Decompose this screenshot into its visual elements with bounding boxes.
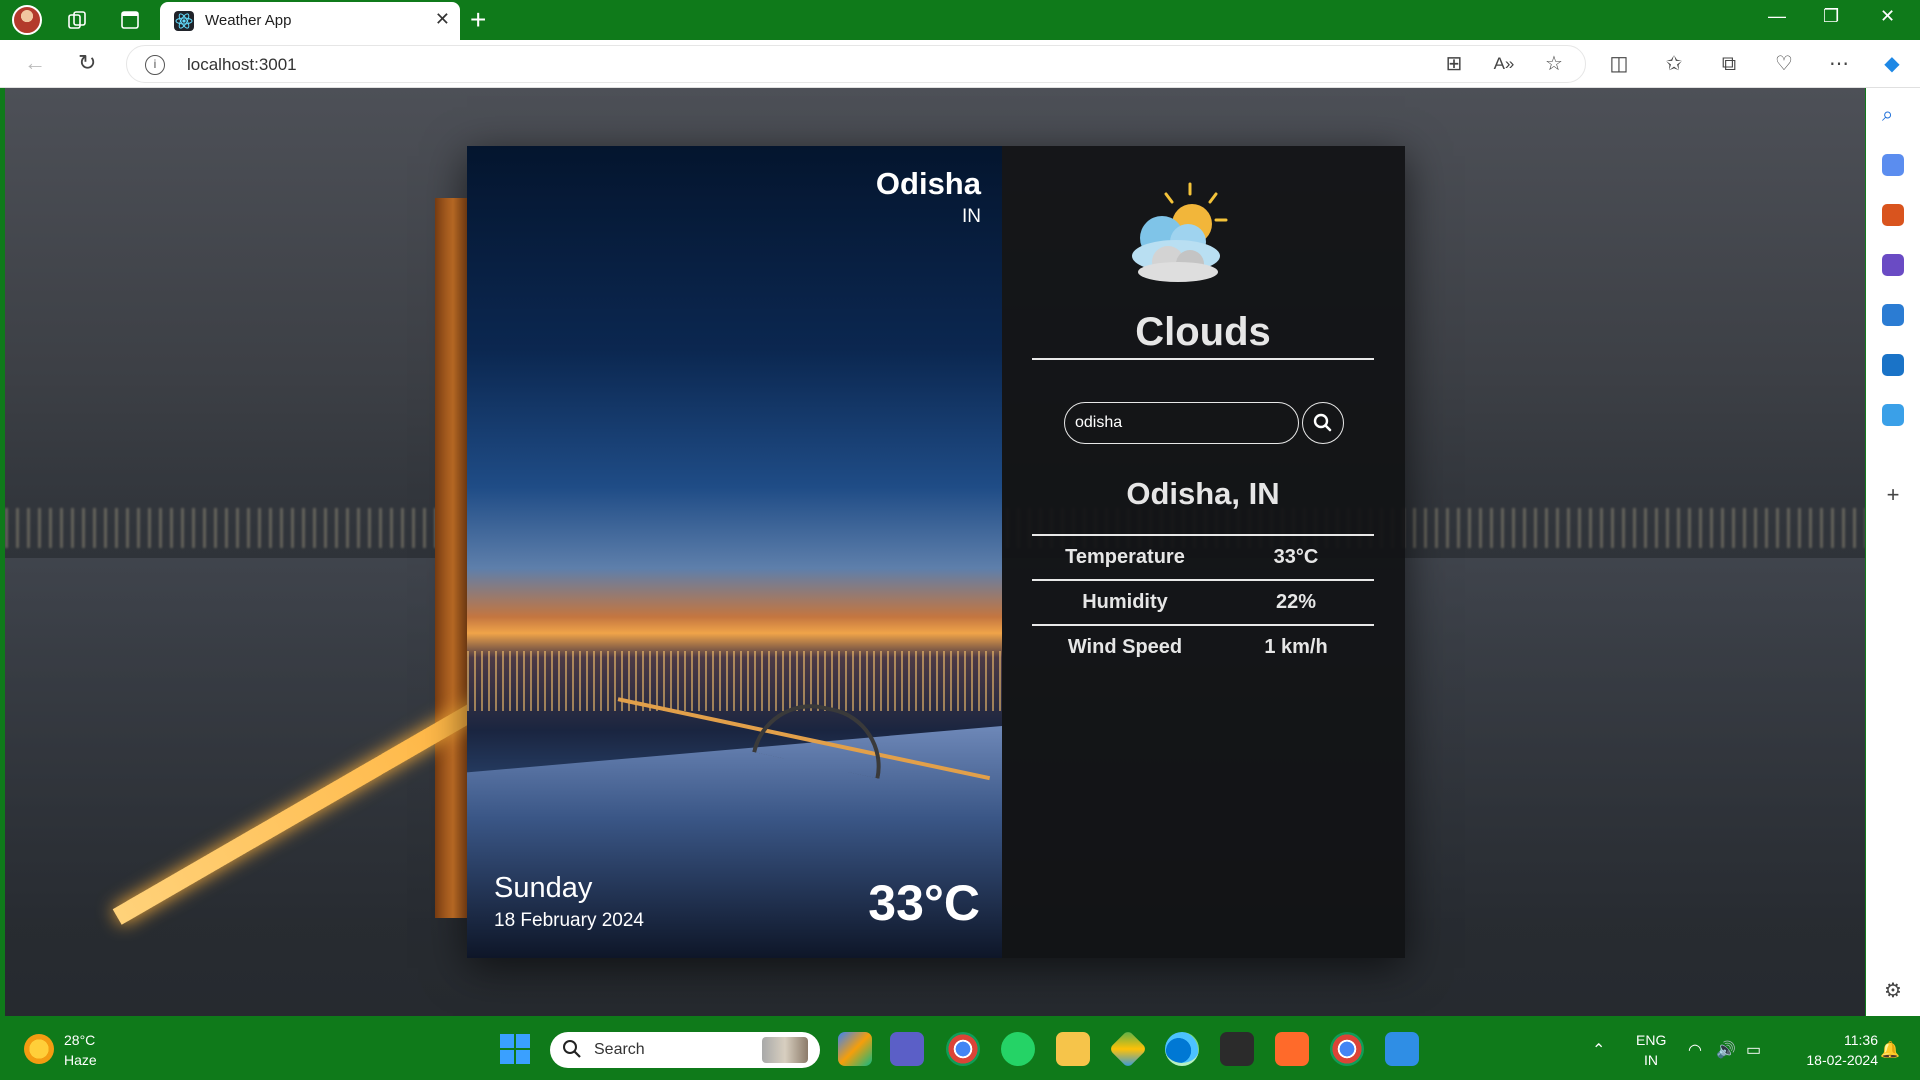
temperature-large: 33°C [868, 875, 980, 931]
search-icon [563, 1040, 581, 1058]
restore-button[interactable]: ❐ [1823, 6, 1839, 27]
partly-cloudy-icon [1132, 182, 1228, 282]
microsoft-365-icon[interactable] [1882, 304, 1904, 326]
favorite-star-icon[interactable]: ☆ [1542, 52, 1566, 76]
page-viewport: Odisha IN Sunday 18 February 2024 33°C C… [5, 88, 1865, 1016]
search-icon [1313, 413, 1332, 432]
file-explorer-icon[interactable] [1056, 1032, 1090, 1066]
city-search-input[interactable] [1064, 402, 1299, 444]
notifications-bell-icon[interactable]: 🔔 [1880, 1040, 1900, 1060]
chrome-icon[interactable] [946, 1032, 980, 1066]
detail-row-wind-speed: Wind Speed 1 km/h [1032, 626, 1374, 670]
teams-meet-icon[interactable] [890, 1032, 924, 1066]
favorites-icon[interactable]: ✩ [1662, 52, 1686, 76]
taskbar-search[interactable]: Search [550, 1032, 820, 1068]
clock-time[interactable]: 11:36 [1828, 1032, 1878, 1048]
weather-card: Odisha IN Sunday 18 February 2024 33°C C… [467, 146, 1405, 958]
taskbar-condition[interactable]: Haze [64, 1052, 97, 1068]
region-label[interactable]: IN [1644, 1052, 1658, 1068]
site-info-icon[interactable]: i [145, 55, 165, 75]
refresh-icon[interactable]: ↻ [78, 50, 96, 76]
workspaces-icon[interactable] [66, 9, 88, 31]
close-window-button[interactable]: ✕ [1880, 6, 1895, 27]
address-bar: ← ↻ i localhost:3001 ⊞ A» ☆ ◫ ✩ ⧉ ♡ ⋯ ◆ [0, 40, 1920, 88]
day-name: Sunday [494, 872, 593, 904]
browser-tab-bar: Weather App ✕ + — ❐ ✕ [0, 0, 1920, 40]
windows-logo-quad [500, 1034, 514, 1048]
taskbar: 28°C Haze Search ⌃ ENG IN ◠ 🔊 ▭ 11:36 18… [0, 1018, 1920, 1080]
windows-logo-quad [500, 1050, 514, 1064]
split-screen-icon[interactable]: ◫ [1607, 52, 1631, 76]
detail-value: 33°C [1273, 546, 1319, 568]
back-icon[interactable]: ← [24, 50, 46, 76]
wifi-icon[interactable]: ◠ [1688, 1040, 1702, 1060]
detail-value: 22% [1275, 591, 1317, 613]
location-title: Odisha, IN [1126, 476, 1280, 511]
url-box[interactable]: i localhost:3001 [126, 45, 1586, 83]
edge-sidebar: ⌕ + ⚙ [1866, 88, 1920, 1016]
tools-icon[interactable] [1882, 204, 1904, 226]
edge-icon[interactable] [1165, 1032, 1199, 1066]
detail-value: 1 km/h [1264, 636, 1328, 658]
weather-haze-icon[interactable] [24, 1034, 54, 1064]
app-icon-pre[interactable] [838, 1032, 872, 1066]
chrome-icon[interactable] [1330, 1032, 1364, 1066]
app-icon-diamond[interactable] [1108, 1029, 1148, 1069]
volume-icon[interactable]: 🔊 [1716, 1040, 1736, 1060]
weather-info-panel: Clouds Odisha, IN Temperature 33°C Humid… [1002, 146, 1405, 958]
profile-avatar[interactable] [12, 5, 42, 35]
city-name: Odisha [875, 166, 981, 201]
collections-icon[interactable]: ⧉ [1717, 52, 1741, 76]
detail-row-humidity: Humidity 22% [1032, 581, 1374, 625]
vertical-tabs-icon[interactable] [119, 9, 141, 31]
games-icon[interactable] [1882, 254, 1904, 276]
detail-label: Wind Speed [1067, 636, 1183, 658]
city-lights [467, 651, 1002, 711]
detail-label: Temperature [1065, 546, 1185, 568]
windows-logo-quad [516, 1050, 530, 1064]
detail-label: Humidity [1082, 591, 1168, 613]
read-aloud-icon[interactable]: A» [1492, 52, 1516, 76]
start-button[interactable] [500, 1034, 530, 1064]
background-bridge-tower [435, 198, 471, 918]
url-text[interactable]: localhost:3001 [187, 55, 297, 75]
full-date: 18 February 2024 [494, 910, 644, 931]
browser-essentials-icon[interactable]: ♡ [1772, 52, 1796, 76]
battery-icon[interactable]: ▭ [1746, 1040, 1761, 1060]
show-hidden-icons-chevron-icon[interactable]: ⌃ [1592, 1040, 1605, 1060]
taskbar-search-label: Search [594, 1041, 645, 1058]
divider [1032, 358, 1374, 360]
taskbar-temperature[interactable]: 28°C [64, 1032, 95, 1048]
add-icon[interactable]: + [1882, 482, 1904, 507]
search-highlight-image [762, 1037, 808, 1063]
search-button[interactable] [1302, 402, 1344, 444]
weather-condition: Clouds [1135, 310, 1271, 354]
whatsapp-icon[interactable] [1001, 1032, 1035, 1066]
search-icon[interactable]: ⌕ [1882, 104, 1904, 126]
country-code: IN [962, 206, 981, 227]
copilot-icon[interactable]: ◆ [1880, 52, 1904, 76]
tab-title: Weather App [205, 12, 292, 29]
language-label[interactable]: ENG [1636, 1032, 1666, 1048]
more-options-icon[interactable]: ⋯ [1827, 52, 1851, 76]
app-icon-q[interactable] [1275, 1032, 1309, 1066]
outlook-icon[interactable] [1882, 354, 1904, 376]
app-available-icon[interactable]: ⊞ [1442, 52, 1466, 76]
tab-weather-app[interactable]: Weather App ✕ [160, 2, 460, 40]
react-icon [174, 11, 194, 31]
city-image-panel: Odisha IN Sunday 18 February 2024 33°C [467, 146, 1002, 958]
new-tab-button[interactable]: + [470, 4, 486, 36]
detail-row-temperature: Temperature 33°C [1032, 536, 1374, 580]
clock-date[interactable]: 18-02-2024 [1788, 1052, 1878, 1068]
terminal-icon[interactable] [1220, 1032, 1254, 1066]
close-tab-icon[interactable]: ✕ [435, 9, 450, 30]
windows-logo-quad [516, 1034, 530, 1048]
minimize-button[interactable]: — [1768, 6, 1786, 27]
vscode-icon[interactable] [1385, 1032, 1419, 1066]
shopping-icon[interactable] [1882, 154, 1904, 176]
settings-icon[interactable]: ⚙ [1882, 978, 1904, 1002]
send-icon[interactable] [1882, 404, 1904, 426]
